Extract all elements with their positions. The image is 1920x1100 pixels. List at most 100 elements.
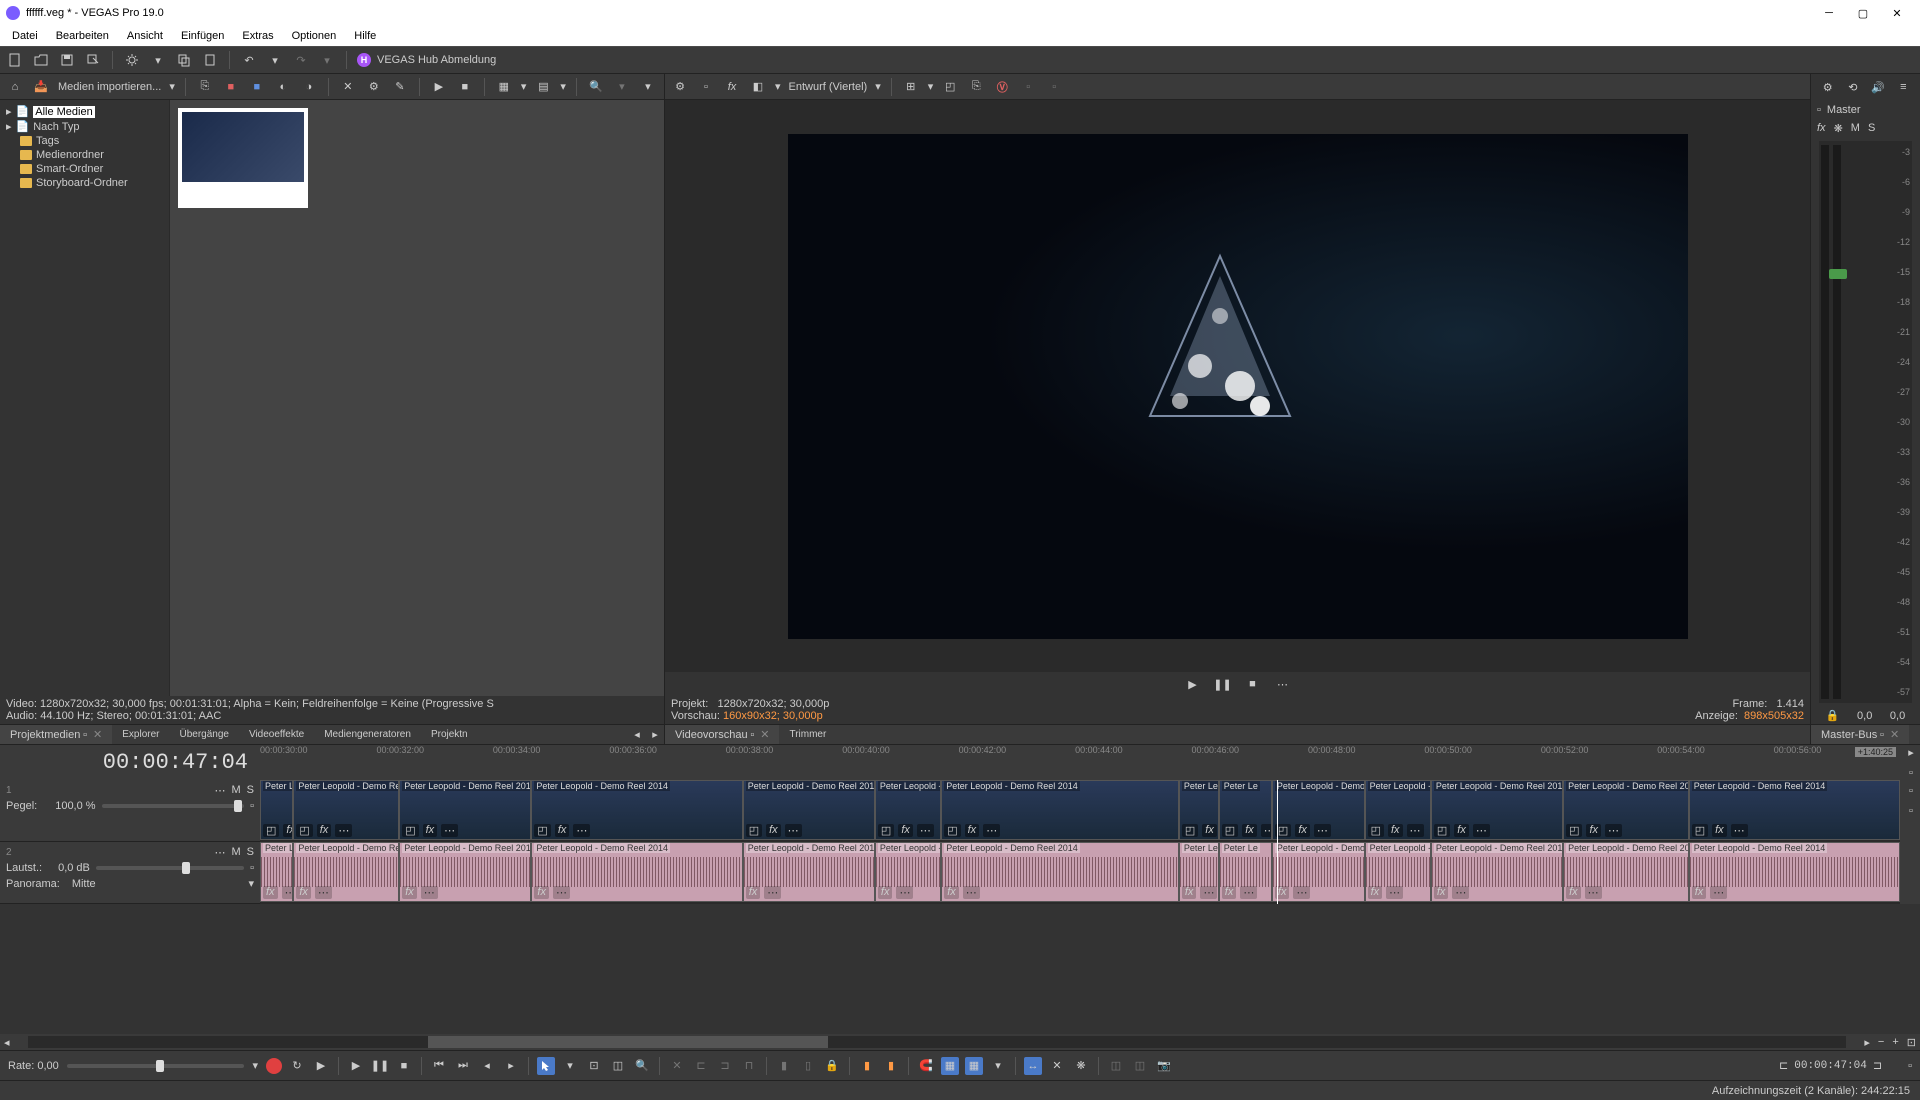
preview-fx-icon[interactable]: fx (723, 78, 741, 96)
preview-grid-icon[interactable]: ⊞ (902, 78, 920, 96)
prev-frame-icon[interactable]: ◂ (478, 1057, 496, 1075)
delete-icon[interactable]: ✕ (339, 78, 357, 96)
mixer-dim-icon[interactable]: ⟲ (1844, 78, 1862, 96)
preview-opt2-icon[interactable]: ▫ (1045, 78, 1063, 96)
stop-preview-icon[interactable]: ■ (456, 78, 474, 96)
audio-clip[interactable]: Peter Leopold - Demo Reel 2014fx⋯ (941, 842, 1179, 902)
cut-icon[interactable]: ▾ (149, 51, 167, 69)
ignore-grouping-icon[interactable]: ◫ (1107, 1057, 1125, 1075)
timeline-ruler[interactable]: 00:00:30:0000:00:32:0000:00:34:0000:00:3… (260, 745, 1900, 781)
zoom-out-icon[interactable]: − (1874, 1036, 1888, 1048)
tab-trimmer[interactable]: Trimmer (779, 726, 836, 743)
tool-dropdown-icon[interactable]: ▾ (561, 1057, 579, 1075)
import-dropdown-icon[interactable]: ▾ (169, 80, 175, 93)
audio-clip[interactable]: Peter Leopold - Demo Reel 2014fx⋯ (399, 842, 531, 902)
audio-clip[interactable]: Peter Leopold - Demo Reel 2014fx⋯ (293, 842, 399, 902)
preview-quality[interactable]: Entwurf (Viertel) (789, 81, 868, 93)
timecode-display[interactable]: 00:00:47:04 (0, 750, 260, 775)
zoom-tool-icon[interactable]: 🔍 (633, 1057, 651, 1075)
preview-split-icon[interactable]: ◧ (749, 78, 767, 96)
envelope-tool-icon[interactable]: ◫ (609, 1057, 627, 1075)
get-media-icon[interactable]: ■ (222, 78, 240, 96)
audio-clip[interactable]: Peter Leopold - Demo Reel 2014fx⋯ (1563, 842, 1689, 902)
audio-clip[interactable]: Peter Leopold - Demo Reel 2014fx⋯ (1689, 842, 1900, 902)
media-fx-icon[interactable]: ◐ (274, 78, 292, 96)
region-icon[interactable]: ▯ (799, 1057, 817, 1075)
tab-projektmedien[interactable]: Projektmedien ▫✕ (0, 725, 112, 744)
preview-pause-icon[interactable]: ❚❚ (1214, 675, 1232, 693)
snap-grid-icon[interactable]: ▦ (941, 1057, 959, 1075)
sort-icon[interactable]: ▾ (613, 78, 631, 96)
audio-clip[interactable]: Peter Leopold - Demo Reel 2014fx⋯ (1431, 842, 1563, 902)
timecode-out-icon[interactable]: ⊐ (1873, 1059, 1882, 1072)
view2-icon[interactable]: ▤ (534, 78, 552, 96)
close-tab-icon[interactable]: ✕ (93, 729, 102, 741)
tree-medienordner[interactable]: Medienordner (2, 148, 167, 162)
master-auto-icon[interactable]: ❋ (1834, 122, 1843, 135)
track-header-1[interactable]: 1⋯MS Pegel:100,0 %▫ (0, 780, 260, 842)
preview-play-icon[interactable]: ▶ (1184, 675, 1202, 693)
track1-mute[interactable]: M (231, 784, 240, 797)
undock-icon[interactable]: ▫ (750, 729, 754, 741)
tab-projektnotizen[interactable]: Projektn (421, 726, 478, 743)
play-preview-icon[interactable]: ▶ (430, 78, 448, 96)
track2-fade-icon[interactable]: ▫ (250, 862, 254, 874)
menu-ansicht[interactable]: Ansicht (119, 28, 171, 44)
tab-prev-icon[interactable]: ◂ (628, 726, 646, 744)
audio-clip[interactable]: Peter Lefx⋯ (1179, 842, 1219, 902)
audio-clip[interactable]: Peter Lefx⋯ (260, 842, 293, 902)
vegas-hub[interactable]: H VEGAS Hub Abmeldung (357, 53, 496, 67)
menu-hilfe[interactable]: Hilfe (346, 28, 384, 44)
close-tab-icon[interactable]: ✕ (1890, 729, 1899, 741)
video-clip[interactable]: Peter Le◰fx⋯ (1179, 780, 1219, 840)
split2-icon[interactable]: ⊓ (740, 1057, 758, 1075)
media-thumbnail[interactable] (178, 108, 308, 208)
lock-icon[interactable]: 🔒 (823, 1057, 841, 1075)
video-clip[interactable]: Peter Leopold - Demo Reel 2014◰fx⋯ (941, 780, 1179, 840)
video-clip[interactable]: Peter Leopold - Demo Reel 2014◰fx⋯ (1563, 780, 1689, 840)
snap-markers-icon[interactable]: ▦ (965, 1057, 983, 1075)
gear-icon[interactable]: ⚙ (365, 78, 383, 96)
record-button[interactable] (266, 1058, 282, 1074)
preview-props-icon[interactable]: ⚙ (671, 78, 689, 96)
undock-icon[interactable]: ▫ (1880, 729, 1884, 741)
autoripple-icon[interactable]: ↔ (1024, 1057, 1042, 1075)
timeline-scrollbar[interactable]: ◂ ▸ − + ⊡ (0, 1034, 1920, 1050)
split-icon[interactable]: ⊐ (716, 1057, 734, 1075)
track-opts-icon[interactable]: ▫ (1902, 802, 1920, 820)
tree-storyboard-ordner[interactable]: Storyboard-Ordner (2, 176, 167, 190)
audio-clip[interactable]: Peter Leopold - Demo Reel 2014fx⋯ (1272, 842, 1365, 902)
trim-end-icon[interactable]: ⊏ (692, 1057, 710, 1075)
menu-optionen[interactable]: Optionen (284, 28, 345, 44)
master-mute-button[interactable]: M (1851, 122, 1860, 135)
track2-pan-dropdown[interactable]: ▾ (248, 877, 254, 890)
video-clip[interactable]: Peter Leopold - Demo Reel 2014◰fx⋯ (531, 780, 742, 840)
track-header-2[interactable]: 2⋯MS Lautst.:0,0 dB▫ Panorama:Mitte▾ (0, 842, 260, 904)
mixer-downmix-icon[interactable]: 🔊 (1869, 78, 1887, 96)
timecode-opts-icon[interactable]: ▫ (1908, 1060, 1912, 1072)
play-start-icon[interactable]: ▶ (312, 1057, 330, 1075)
menu-bearbeiten[interactable]: Bearbeiten (48, 28, 117, 44)
track1-level-slider[interactable] (102, 804, 245, 808)
render-icon[interactable] (84, 51, 102, 69)
mixer-props-icon[interactable]: ⚙ (1819, 78, 1837, 96)
timecode-in-icon[interactable]: ⊏ (1779, 1059, 1788, 1072)
snap-events-dropdown[interactable]: ▾ (989, 1057, 1007, 1075)
selection-tool-icon[interactable]: ⊡ (585, 1057, 603, 1075)
playhead[interactable] (1277, 780, 1278, 904)
zoom-in-icon[interactable]: + (1888, 1036, 1902, 1048)
open-icon[interactable] (32, 51, 50, 69)
go-end-icon[interactable]: ⏭ (454, 1057, 472, 1075)
paste-icon[interactable] (201, 51, 219, 69)
audio-clip[interactable]: Peter Leopold - Demo Reel 2014fx⋯ (1365, 842, 1431, 902)
rate-control[interactable]: Rate: 0,00 ▾ (8, 1059, 258, 1072)
zoom-fit-icon[interactable]: ⊡ (1903, 1036, 1920, 1049)
preview-copy-icon[interactable]: ⎘ (967, 78, 985, 96)
tab-uebergaenge[interactable]: Übergänge (169, 726, 238, 743)
import-label[interactable]: Medien importieren... (58, 81, 161, 93)
mixer-settings-icon[interactable]: ≡ (1894, 78, 1912, 96)
view-icon[interactable]: ▦ (495, 78, 513, 96)
video-clip[interactable]: Peter Leopold - Demo Reel 2014◰fx⋯ (1272, 780, 1365, 840)
undo-dropdown-icon[interactable]: ▾ (266, 51, 284, 69)
capture-icon[interactable]: ⎘ (196, 78, 214, 96)
